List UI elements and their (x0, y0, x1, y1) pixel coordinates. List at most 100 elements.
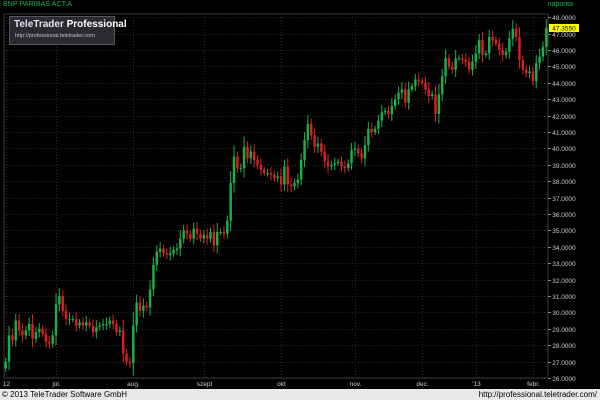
candle-body (484, 53, 488, 55)
candle-body (336, 161, 340, 164)
candle-body (504, 51, 508, 55)
logo-title-main: TeleTrader (14, 19, 64, 30)
candle-body (115, 323, 118, 333)
y-tick-label: 37.0000 (552, 196, 576, 203)
footer-url-link[interactable]: http://professional.teletrader.com/ (479, 390, 597, 399)
x-tick-label: febr. (527, 381, 540, 388)
y-tick-label: 45.0000 (552, 64, 576, 71)
candle-body (71, 318, 75, 320)
candle-body (340, 161, 343, 167)
candle-body (169, 253, 172, 256)
candle-body (34, 332, 38, 339)
candle-body (373, 128, 377, 133)
candle-body (494, 40, 498, 44)
candle-body (162, 248, 165, 254)
candle-body (477, 40, 481, 54)
candle-body (273, 174, 276, 178)
candle-body (232, 156, 236, 183)
candle-body (175, 248, 179, 251)
candle-body (108, 320, 111, 324)
x-tick-label: '13 (472, 381, 481, 388)
x-tick-label: szept (197, 381, 213, 388)
candle-body (31, 323, 34, 339)
candle-body (441, 76, 444, 95)
candle-body (195, 228, 199, 234)
candle-body (189, 233, 192, 239)
candle-body (239, 168, 242, 170)
candle-body (135, 302, 138, 326)
candle-body (407, 89, 410, 103)
candle-body (451, 66, 454, 70)
candle-body (242, 146, 246, 169)
candle-body (105, 323, 108, 325)
candle-body (521, 59, 525, 70)
candle-body (289, 184, 293, 187)
candle-body (7, 335, 11, 362)
last-price-label: 47.3550 (552, 25, 576, 32)
x-tick-label: aug. (127, 381, 140, 388)
x-tick-label: júl. (51, 381, 61, 388)
price-chart[interactable]: 26.0000 27.0000 28.0000 29.0000 30.0000 31.00… (0, 0, 600, 400)
candle-body (98, 325, 101, 328)
candle-body (152, 264, 155, 290)
candle-body (390, 105, 394, 115)
candle-body (51, 335, 54, 344)
candle-body (343, 166, 347, 169)
candle-body (293, 182, 296, 187)
candle-body (514, 28, 518, 37)
candle-body (303, 140, 306, 160)
candle-body (263, 169, 266, 174)
candle-body (249, 151, 253, 159)
y-tick-label: 29.0000 (552, 327, 576, 334)
candle-body (259, 164, 263, 170)
candle-body (461, 58, 464, 60)
candle-body (333, 163, 336, 165)
candle-body (48, 341, 51, 344)
candle-body (383, 110, 387, 113)
candle-body (279, 176, 283, 185)
y-tick-label: 43.0000 (552, 97, 576, 104)
candle-body (17, 320, 21, 331)
chart-window: 26.0000 27.0000 28.0000 29.0000 30.0000 31.00… (0, 0, 600, 400)
y-tick-label: 27.0000 (552, 360, 576, 367)
candle-body (501, 50, 504, 55)
candle-body (545, 27, 548, 47)
candle-body (397, 92, 400, 100)
candle-body (414, 79, 417, 87)
candle-body (474, 53, 478, 62)
candle-body (481, 40, 484, 55)
candle-body (165, 253, 169, 256)
candle-body (216, 232, 219, 246)
candle-body (357, 148, 360, 154)
candle-body (212, 232, 216, 246)
candle-body (27, 323, 31, 331)
copyright-text: © 2013 TeleTrader Software GmbH (2, 390, 128, 399)
candle-body (353, 148, 357, 151)
x-tick-label: dec. (416, 381, 428, 388)
y-tick-label: 36.0000 (552, 212, 576, 219)
candle-body (323, 151, 326, 162)
candle-body (367, 128, 370, 146)
candle-body (269, 173, 273, 175)
candle-body (199, 233, 202, 239)
candle-body (226, 220, 229, 234)
y-tick-label: 26.0000 (552, 376, 576, 383)
candle-body (531, 71, 535, 82)
candle-body (192, 228, 195, 239)
series-label: BNP PARIBAS ACT.A (3, 1, 73, 8)
x-axis: 12 júl. aug. szept okt nov. dec. '13 febr. (3, 381, 540, 388)
y-tick-label: 48.0000 (552, 15, 576, 22)
logo-url: http://professional.teletrader.com (15, 33, 95, 39)
candle-body (444, 58, 447, 77)
candle-body (360, 153, 363, 159)
candle-body (437, 94, 441, 115)
period-label: naponta (547, 1, 573, 8)
candle-body (283, 166, 286, 185)
y-tick-label: 28.0000 (552, 343, 576, 350)
candle-body (380, 112, 383, 121)
y-tick-label: 38.0000 (552, 179, 576, 186)
candle-body (64, 310, 68, 319)
candle-body (387, 110, 390, 115)
candle-body (467, 61, 471, 70)
y-tick-label: 47.0000 (552, 32, 576, 39)
